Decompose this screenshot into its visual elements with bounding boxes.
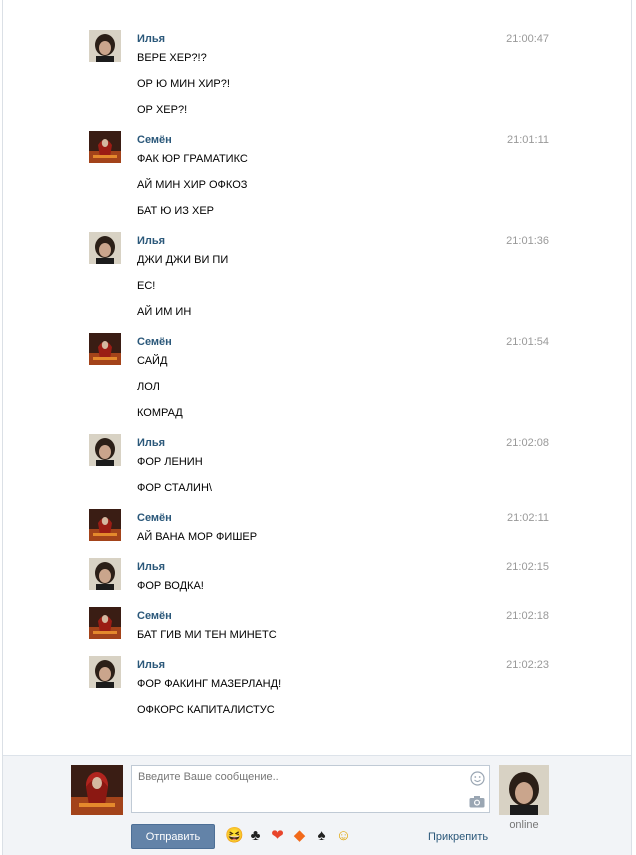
message-author[interactable]: Илья xyxy=(137,234,549,248)
message-text: ФАК ЮР ГРАМАТИКС xyxy=(137,153,248,165)
message-avatar-semyon[interactable] xyxy=(89,607,121,639)
attach-link[interactable]: Прикрепить xyxy=(428,831,488,843)
camera-icon[interactable] xyxy=(469,795,485,808)
message-time: 21:01:54 xyxy=(506,336,549,348)
message-text: ОР Ю МИН ХИР?! xyxy=(137,78,230,90)
club-emoji-icon[interactable]: ♣ xyxy=(247,827,264,844)
message-body: Илья 21:01:36 ДЖИ ДЖИ ВИ ПИ ЕС! АЙ ИМ ИН xyxy=(137,232,549,319)
message-text: САЙД xyxy=(137,355,168,367)
message-time: 21:00:47 xyxy=(506,33,549,45)
message-author[interactable]: Семён xyxy=(137,609,549,623)
message-input-placeholder: Введите Ваше сообщение.. xyxy=(138,771,279,783)
spade-emoji-icon[interactable]: ♠ xyxy=(313,827,330,844)
message-body: Семён 21:02:11 АЙ ВАНА МОР ФИШЕР xyxy=(137,509,549,544)
message-author[interactable]: Семён xyxy=(137,133,549,147)
message-time: 21:02:18 xyxy=(506,610,549,622)
message-body: Илья 21:02:15 ФОР ВОДКА! xyxy=(137,558,549,593)
message-body: Илья 21:00:47 ВЕРЕ ХЕР?!? ОР Ю МИН ХИР?! ОР … xyxy=(137,30,549,117)
peer-avatar[interactable] xyxy=(499,765,549,815)
message-time: 21:01:36 xyxy=(506,235,549,247)
message-time: 21:02:11 xyxy=(506,512,549,524)
message-body: Илья 21:02:08 ФОР ЛЕНИН ФОР СТАЛИН\ xyxy=(137,434,549,495)
message-text: ФОР ВОДКА! xyxy=(137,580,204,592)
chat-window: Илья 21:00:47 ВЕРЕ ХЕР?!? ОР Ю МИН ХИР?! ОР … xyxy=(2,0,632,855)
message-avatar-ilya[interactable] xyxy=(89,558,121,590)
message-time: 21:01:11 xyxy=(506,134,549,146)
message-author[interactable]: Семён xyxy=(137,511,549,525)
message-text: АЙ ИМ ИН xyxy=(137,306,192,318)
message-author[interactable]: Илья xyxy=(137,560,549,574)
message-text: ДЖИ ДЖИ ВИ ПИ xyxy=(137,254,229,266)
message-author[interactable]: Илья xyxy=(137,658,549,672)
message-avatar-ilya[interactable] xyxy=(89,656,121,688)
message-text: ОФКОРС КАПИТАЛИСТУС xyxy=(137,704,275,716)
message-body: Семён 21:01:54 САЙД ЛОЛ КОМРАД xyxy=(137,333,549,420)
peer-online-status: online xyxy=(509,819,539,831)
message-text: АЙ ВАНА МОР ФИШЕР xyxy=(137,531,258,543)
message-text: АЙ МИН ХИР ОФКОЗ xyxy=(137,179,248,191)
message-avatar-ilya[interactable] xyxy=(89,434,121,466)
heart-emoji-icon[interactable]: ❤ xyxy=(269,827,286,844)
message-text: ФОР ФАКИНГ МАЗЕРЛАНД! xyxy=(137,678,282,690)
message-body: Семён 21:01:11 ФАК ЮР ГРАМАТИКС АЙ МИН ХИР … xyxy=(137,131,549,218)
message-author[interactable]: Семён xyxy=(137,335,549,349)
my-avatar[interactable] xyxy=(71,765,123,815)
message-avatar-ilya[interactable] xyxy=(89,30,121,62)
message-body: Семён 21:02:18 БАТ ГИВ МИ ТЕН МИНЕТС xyxy=(137,607,549,642)
message-avatar-semyon[interactable] xyxy=(89,333,121,365)
message-text: ФОР СТАЛИН\ xyxy=(137,482,212,494)
message-text: ВЕРЕ ХЕР?!? xyxy=(137,52,207,64)
message-avatar-semyon[interactable] xyxy=(89,131,121,163)
laughing-emoji-icon[interactable]: 😆 xyxy=(225,827,244,844)
message-text: БАТ ГИВ МИ ТЕН МИНЕТС xyxy=(137,629,277,641)
message-avatar-ilya[interactable] xyxy=(89,232,121,264)
message-text: КОМРАД xyxy=(137,407,183,419)
send-button[interactable]: Отправить xyxy=(131,824,215,849)
message-input[interactable]: Введите Ваше сообщение.. xyxy=(131,765,490,813)
message-text: ЕС! xyxy=(137,280,156,292)
message-text: ЛОЛ xyxy=(137,381,160,393)
message-text: ОР ХЕР?! xyxy=(137,104,188,116)
message-time: 21:02:08 xyxy=(506,437,549,449)
message-time: 21:02:23 xyxy=(506,659,549,671)
message-author[interactable]: Илья xyxy=(137,32,549,46)
diamond-emoji-icon[interactable]: ◆ xyxy=(291,827,308,844)
compose-panel: Введите Ваше сообщение.. online Отправит… xyxy=(3,755,631,855)
message-text: БАТ Ю ИЗ ХЕР xyxy=(137,205,215,217)
smile-icon[interactable] xyxy=(470,771,485,786)
message-avatar-semyon[interactable] xyxy=(89,509,121,541)
blush-emoji-icon[interactable]: ☺ xyxy=(335,827,352,844)
message-body: Илья 21:02:23 ФОР ФАКИНГ МАЗЕРЛАНД! ОФКОРС … xyxy=(137,656,549,717)
message-time: 21:02:15 xyxy=(506,561,549,573)
message-text: ФОР ЛЕНИН xyxy=(137,456,203,468)
message-author[interactable]: Илья xyxy=(137,436,549,450)
